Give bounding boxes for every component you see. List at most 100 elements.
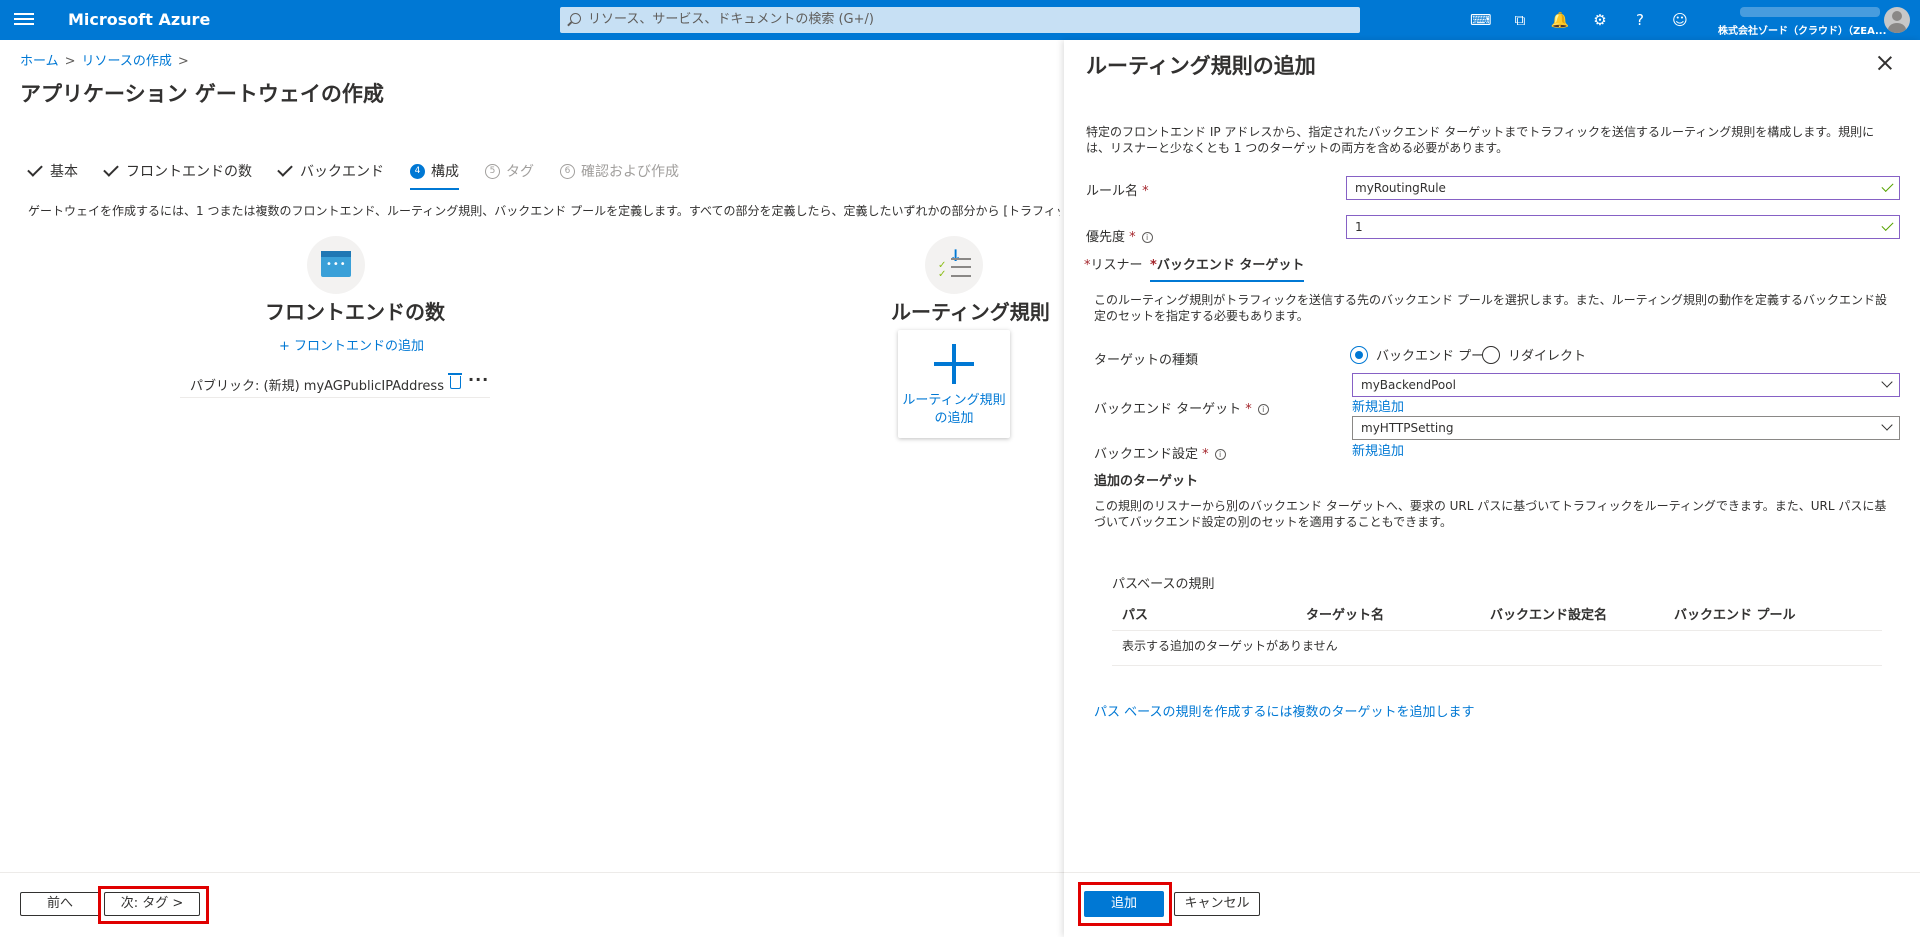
panel-title: ルーティング規則の追加 bbox=[1086, 54, 1316, 78]
plus-icon bbox=[934, 344, 974, 384]
backend-settings-value: myHTTPSetting bbox=[1361, 421, 1454, 435]
add-multiple-targets-link[interactable]: パス ベースの規則を作成するには複数のターゲットを追加します bbox=[1094, 701, 1474, 720]
radio-selected-icon bbox=[1350, 345, 1368, 364]
add-new-backend-settings-link[interactable]: 新規追加 bbox=[1352, 440, 1404, 459]
step-backends[interactable]: バックエンド bbox=[277, 160, 384, 182]
backend-target-label: バックエンド ターゲット * i bbox=[1094, 398, 1269, 417]
trash-icon[interactable] bbox=[448, 373, 462, 389]
column-backend-pool: バックエンド プール bbox=[1674, 608, 1796, 623]
rule-name-value: myRoutingRule bbox=[1355, 181, 1446, 195]
radio-unselected-icon bbox=[1482, 345, 1500, 364]
priority-value: 1 bbox=[1355, 220, 1363, 234]
add-frontend-link[interactable]: + フロントエンドの追加 bbox=[279, 335, 424, 354]
backend-target-dropdown[interactable]: myBackendPool bbox=[1352, 373, 1900, 397]
backend-targets-description: このルーティング規則がトラフィックを送信する先のバックエンド プールを選択します… bbox=[1094, 293, 1887, 323]
info-icon[interactable]: i bbox=[1214, 449, 1226, 460]
rule-name-label-text: ルール名 bbox=[1086, 184, 1139, 199]
breadcrumb-home[interactable]: ホーム bbox=[20, 54, 59, 69]
step-label: 確認および作成 bbox=[581, 164, 679, 180]
info-icon[interactable]: i bbox=[1141, 232, 1153, 243]
backend-settings-dropdown[interactable]: myHTTPSetting bbox=[1352, 416, 1900, 440]
bell-icon[interactable]: 🔔 bbox=[1550, 10, 1570, 30]
more-icon[interactable]: ··· bbox=[468, 370, 489, 389]
frontend-section-title: フロントエンドの数 bbox=[265, 300, 445, 324]
column-target-name: ターゲット名 bbox=[1306, 608, 1385, 623]
step-tags[interactable]: 5 タグ bbox=[485, 160, 534, 182]
cancel-button[interactable]: キャンセル bbox=[1174, 892, 1260, 916]
chevron-down-icon bbox=[1881, 376, 1893, 388]
top-bar: Microsoft Azure リソース、サービス、ドキュメントの検索 (G+/… bbox=[0, 0, 1920, 40]
avatar[interactable] bbox=[1884, 7, 1910, 33]
brand-label[interactable]: Microsoft Azure bbox=[68, 10, 210, 29]
page-title: アプリケーション ゲートウェイの作成 bbox=[20, 82, 384, 106]
priority-label: 優先度 * i bbox=[1086, 226, 1153, 245]
step-basics[interactable]: 基本 bbox=[27, 160, 78, 182]
required-mark: * bbox=[1245, 402, 1252, 417]
column-backend-settings-name: バックエンド設定名 bbox=[1490, 608, 1608, 623]
highlight-box bbox=[1078, 882, 1172, 926]
breadcrumb-separator: > bbox=[64, 54, 76, 69]
tenant-name[interactable]: 株式会社ゾード（クラウド）（ZEA... bbox=[1718, 22, 1886, 37]
required-mark: * bbox=[1129, 230, 1136, 245]
panel-description: 特定のフロントエンド IP アドレスから、指定されたバックエンド ターゲットまで… bbox=[1086, 125, 1875, 155]
backend-target-value: myBackendPool bbox=[1361, 378, 1456, 392]
help-icon[interactable]: ? bbox=[1630, 10, 1650, 30]
required-mark: * bbox=[1202, 447, 1209, 462]
breadcrumb-separator: > bbox=[177, 54, 189, 69]
gear-icon[interactable]: ⚙ bbox=[1590, 10, 1610, 30]
cloud-shell-icon[interactable]: ⌨ bbox=[1470, 10, 1492, 30]
menu-icon[interactable] bbox=[14, 10, 34, 30]
account-name-blurred[interactable] bbox=[1740, 7, 1880, 17]
backend-settings-label: バックエンド設定 * i bbox=[1094, 443, 1226, 462]
step-label: 構成 bbox=[431, 164, 459, 180]
previous-button[interactable]: 前へ bbox=[20, 892, 100, 916]
step-configuration[interactable]: 4 構成 bbox=[410, 160, 459, 190]
step-label: バックエンド bbox=[300, 164, 384, 180]
path-rules-title: パスベースの規則 bbox=[1112, 577, 1215, 592]
close-icon[interactable] bbox=[1876, 54, 1894, 72]
step-number: 5 bbox=[485, 163, 500, 179]
tab-backend-targets-label: バックエンド ターゲット bbox=[1156, 258, 1305, 273]
routing-rules-icon: ↓ ✓ ✓ bbox=[925, 236, 983, 294]
step-frontends[interactable]: フロントエンドの数 bbox=[103, 160, 252, 182]
panel-footer-divider bbox=[1064, 872, 1920, 873]
info-icon[interactable]: i bbox=[1257, 404, 1269, 415]
radio-backend-pool[interactable]: バックエンド プール bbox=[1350, 345, 1497, 364]
directory-filter-icon[interactable]: ⧉ bbox=[1510, 10, 1530, 30]
step-label: フロントエンドの数 bbox=[126, 164, 252, 180]
radio-redirect-label: リダイレクト bbox=[1508, 349, 1587, 364]
rule-name-field[interactable]: myRoutingRule bbox=[1346, 176, 1900, 200]
radio-redirect[interactable]: リダイレクト bbox=[1482, 345, 1586, 364]
page-description: ゲートウェイを作成するには、1 つまたは複数のフロントエンド、ルーティング規則、… bbox=[28, 204, 1060, 218]
column-path: パス bbox=[1122, 608, 1149, 623]
additional-targets-title: 追加のターゲット bbox=[1094, 474, 1199, 489]
backend-target-label-text: バックエンド ターゲット bbox=[1094, 402, 1242, 417]
feedback-icon[interactable]: ☺ bbox=[1670, 10, 1690, 30]
target-type-label: ターゲットの種類 bbox=[1094, 353, 1199, 368]
more-options-button[interactable]: … bbox=[366, 80, 382, 99]
priority-field[interactable]: 1 bbox=[1346, 215, 1900, 239]
frontend-icon bbox=[307, 236, 365, 294]
footer-divider bbox=[0, 872, 1064, 873]
grid-empty-message: 表示する追加のターゲットがありません bbox=[1122, 639, 1338, 653]
add-routing-rule-button[interactable]: ルーティング規則の追加 bbox=[898, 330, 1010, 438]
tab-listener[interactable]: *リスナー bbox=[1084, 254, 1143, 278]
wizard-steps: 基本 フロントエンドの数 バックエンド 4 構成 5 タグ 6 確認および作成 bbox=[27, 160, 705, 190]
breadcrumb: ホーム > リソースの作成 > bbox=[20, 50, 195, 69]
routing-rules-section-title: ルーティング規則 bbox=[891, 300, 1050, 324]
step-number: 6 bbox=[560, 163, 575, 179]
step-number: 4 bbox=[410, 163, 425, 179]
tab-backend-targets[interactable]: *バックエンド ターゲット bbox=[1150, 254, 1305, 282]
step-review-create[interactable]: 6 確認および作成 bbox=[560, 160, 679, 182]
search-input[interactable]: リソース、サービス、ドキュメントの検索 (G+/) bbox=[560, 7, 1360, 33]
required-mark: * bbox=[1142, 184, 1149, 199]
chevron-down-icon bbox=[1881, 419, 1893, 431]
priority-label-text: 優先度 bbox=[1086, 230, 1126, 245]
radio-backend-pool-label: バックエンド プール bbox=[1376, 349, 1498, 364]
frontend-row[interactable]: パブリック: (新規) myAGPublicIPAddress ··· bbox=[180, 370, 490, 398]
breadcrumb-create[interactable]: リソースの作成 bbox=[82, 54, 172, 69]
tab-listener-label: リスナー bbox=[1090, 258, 1143, 273]
grid-divider bbox=[1112, 630, 1882, 631]
add-new-backend-target-link[interactable]: 新規追加 bbox=[1352, 396, 1404, 415]
checkmark-icon bbox=[103, 161, 119, 177]
